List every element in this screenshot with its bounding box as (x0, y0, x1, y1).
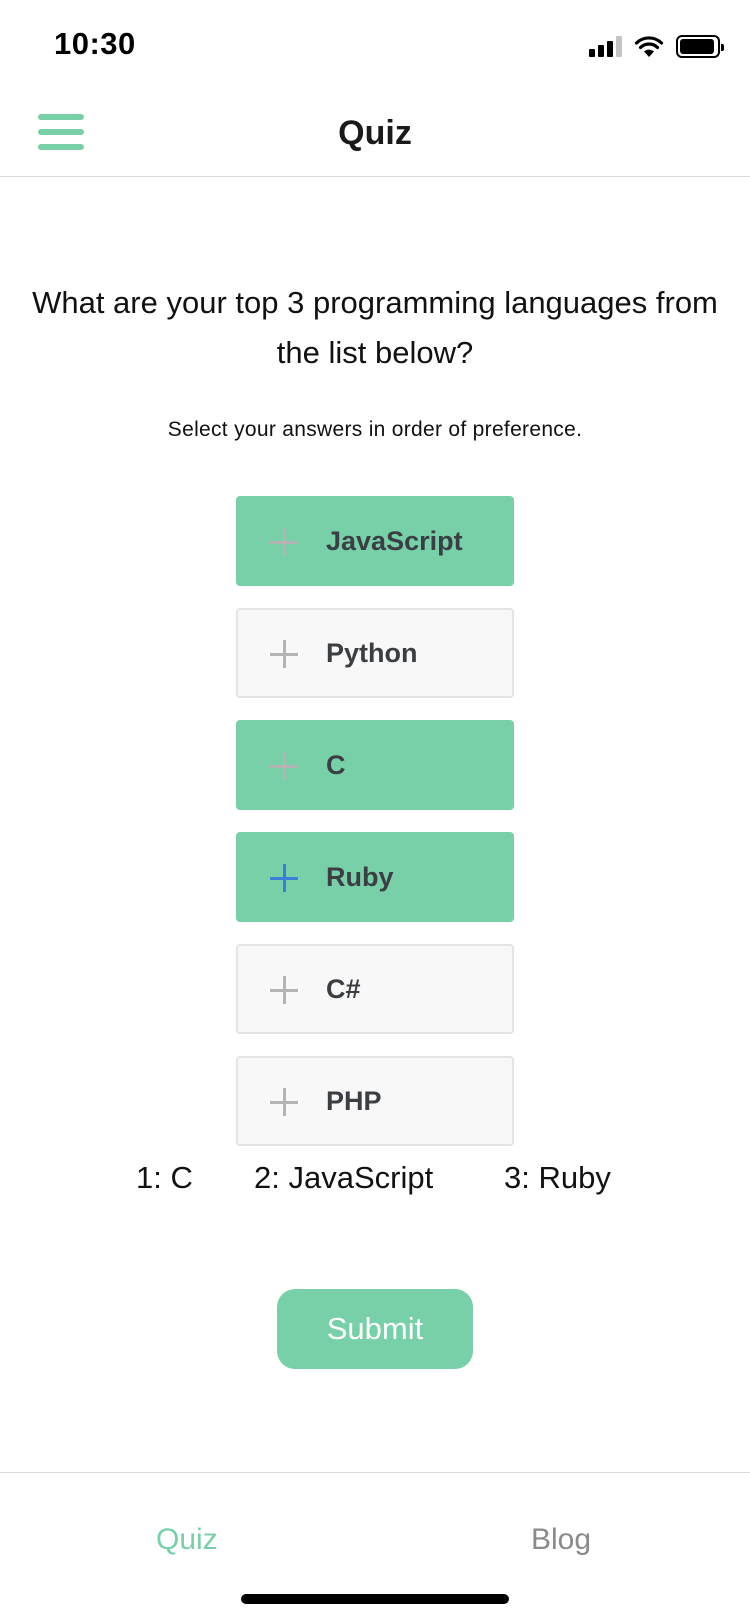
answer-options: JavaScript Python C Ruby C# PHP (236, 496, 514, 1168)
option-python[interactable]: Python (236, 608, 514, 698)
tab-blog[interactable]: Blog (531, 1523, 591, 1557)
quiz-screen: 10:30 Quiz What are your top 3 programmi… (0, 0, 750, 1624)
status-icons (589, 32, 724, 60)
option-label: Python (326, 638, 418, 668)
home-indicator (241, 1594, 509, 1604)
battery-icon (676, 34, 724, 58)
ranking-1: 1: C (136, 1160, 193, 1195)
wifi-icon (634, 36, 664, 57)
option-ruby[interactable]: Ruby (236, 832, 514, 922)
plus-icon (270, 752, 298, 780)
plus-icon (270, 976, 298, 1004)
status-bar: 10:30 (0, 0, 750, 90)
submit-button[interactable]: Submit (277, 1289, 473, 1369)
ranking-3: 3: Ruby (504, 1160, 611, 1195)
tab-bar: Quiz Blog (0, 1472, 750, 1624)
quiz-question: What are your top 3 programming language… (32, 285, 718, 370)
plus-icon (270, 528, 298, 556)
option-label: C# (326, 974, 361, 1004)
option-javascript[interactable]: JavaScript (236, 496, 514, 586)
option-csharp[interactable]: C# (236, 944, 514, 1034)
plus-icon (270, 1088, 298, 1116)
option-c[interactable]: C (236, 720, 514, 810)
option-label: Ruby (326, 862, 394, 892)
status-time: 10:30 (54, 26, 136, 61)
option-label: PHP (326, 1086, 382, 1116)
plus-icon (270, 864, 298, 892)
app-header: Quiz (0, 90, 750, 177)
page-title: Quiz (338, 114, 412, 152)
option-label: JavaScript (326, 526, 463, 556)
selected-rankings: 1: C 2: JavaScript 3: Ruby (0, 1160, 750, 1204)
quiz-instruction: Select your answers in order of preferen… (167, 418, 583, 441)
option-php[interactable]: PHP (236, 1056, 514, 1146)
plus-icon (270, 640, 298, 668)
signal-icon (589, 35, 622, 57)
ranking-2: 2: JavaScript (254, 1160, 434, 1195)
tab-quiz[interactable]: Quiz (156, 1523, 218, 1557)
option-label: C (326, 750, 346, 780)
